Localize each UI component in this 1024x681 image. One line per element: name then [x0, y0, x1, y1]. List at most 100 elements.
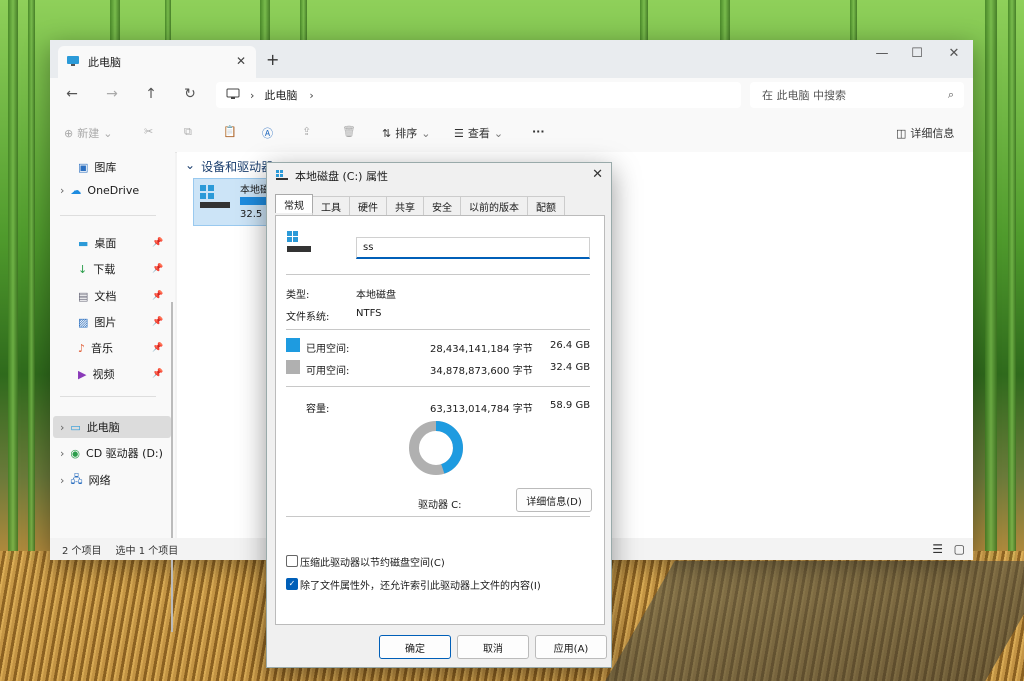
new-button[interactable]: ⊕ 新建 ⌄ [64, 125, 112, 141]
group-header[interactable]: ⌄ 设备和驱动器 [185, 158, 273, 175]
sidebar-divider [60, 215, 156, 216]
sidebar-scrollbar[interactable] [171, 302, 173, 632]
close-tab-icon[interactable]: ✕ [236, 54, 246, 68]
tab-tools[interactable]: 工具 [312, 196, 350, 215]
drive-icon [275, 169, 289, 184]
breadcrumb[interactable]: 此电脑 [264, 87, 297, 103]
pin-icon[interactable]: 📌 [152, 238, 163, 248]
tab-general[interactable]: 常规 [275, 194, 313, 213]
pin-icon[interactable]: 📌 [152, 343, 163, 353]
tiles-view-icon[interactable]: ▢ [954, 542, 965, 556]
details-pane-button[interactable]: ◫ 详细信息 [896, 125, 954, 141]
expand-chevron-icon[interactable]: › [60, 447, 64, 460]
tab-label: 此电脑 [88, 56, 121, 69]
sort-label: 排序 [395, 127, 418, 140]
view-icon: ☰ [454, 126, 464, 140]
music-icon: ♪ [78, 341, 86, 355]
pin-icon[interactable]: 📌 [152, 291, 163, 301]
divider [286, 329, 590, 330]
title-bar: 此电脑 ✕ + — ☐ ✕ [50, 40, 973, 78]
view-label: 查看 [467, 127, 490, 140]
new-tab-button[interactable]: + [266, 50, 279, 69]
address-bar[interactable]: › 此电脑 › [216, 82, 741, 108]
used-space-swatch [286, 338, 300, 352]
share-icon[interactable]: ⇪ [302, 125, 311, 138]
more-button[interactable]: ··· [532, 125, 545, 138]
details-button[interactable]: 详细信息(D) [516, 488, 592, 512]
pin-icon[interactable]: 📌 [152, 369, 163, 379]
tab-security[interactable]: 安全 [423, 196, 461, 215]
close-window-button[interactable]: ✕ [940, 46, 968, 61]
expand-chevron-icon[interactable]: › [60, 184, 64, 197]
divider [286, 386, 590, 387]
filesystem-label: 文件系统: [286, 312, 330, 323]
pin-icon[interactable]: 📌 [152, 317, 163, 327]
this-pc-icon [66, 55, 80, 70]
group-header-label: 设备和驱动器 [201, 160, 274, 174]
type-value: 本地磁盘 [356, 290, 396, 301]
forward-icon[interactable]: → [102, 86, 122, 102]
video-icon: ▶ [78, 367, 87, 381]
sort-button[interactable]: ⇅ 排序 ⌄ [382, 125, 430, 141]
chevron-right-icon[interactable]: › [309, 89, 313, 102]
refresh-icon[interactable]: ↻ [180, 86, 200, 102]
minimize-button[interactable]: — [868, 46, 896, 61]
tab-hardware[interactable]: 硬件 [349, 196, 387, 215]
sidebar-item-label: 网络 [88, 474, 111, 487]
divider [286, 274, 590, 275]
sidebar-item-label: 文档 [94, 290, 117, 303]
sidebar-item-label: 图库 [94, 161, 117, 174]
search-input[interactable]: 在 此电脑 中搜索 ⌕ [750, 82, 964, 108]
compress-checkbox[interactable] [286, 555, 298, 567]
cd-drive-icon: ◉ [70, 446, 81, 460]
drive-name-input[interactable]: ss [356, 237, 590, 259]
search-placeholder: 在 此电脑 中搜索 [762, 89, 846, 102]
apply-button[interactable]: 应用(A) [535, 635, 607, 659]
close-icon[interactable]: ✕ [592, 167, 603, 182]
desktop-icon: ▬ [78, 236, 89, 250]
copy-icon[interactable]: ⧉ [184, 125, 192, 139]
navigation-pane: ▣ 图库 › ☁ OneDrive ▬ 桌面 📌 ↓ 下载 📌 ▤ 文档 📌 ▨… [50, 152, 175, 632]
tab-sharing[interactable]: 共享 [386, 196, 424, 215]
index-label[interactable]: 除了文件属性外，还允许索引此驱动器上文件的内容(I) [300, 577, 541, 592]
compress-label[interactable]: 压缩此驱动器以节约磁盘空间(C) [300, 554, 445, 569]
filesystem-value: NTFS [356, 308, 382, 319]
gallery-icon: ▣ [78, 160, 89, 174]
cloud-icon: ☁ [70, 183, 82, 197]
address-row: ← → ↑ ↻ › 此电脑 › 在 此电脑 中搜索 ⌕ [50, 78, 973, 114]
pictures-icon: ▨ [78, 315, 89, 329]
details-pane-icon: ◫ [896, 126, 907, 140]
up-icon[interactable]: ↑ [141, 86, 161, 102]
back-icon[interactable]: ← [62, 86, 82, 102]
details-view-icon[interactable]: ☰ [932, 542, 943, 556]
sidebar-item-label: 此电脑 [86, 421, 120, 434]
sidebar-item-label: OneDrive [87, 183, 140, 197]
sidebar-item-label: 音乐 [91, 342, 114, 355]
tab-this-pc[interactable]: 此电脑 ✕ [58, 46, 256, 78]
drive-tile-c[interactable]: 本地磁 32.5 G [193, 178, 275, 226]
new-label: 新建 [77, 127, 100, 140]
capacity-bytes: 63,313,014,784 字节 [430, 404, 533, 415]
expand-chevron-icon[interactable]: › [60, 421, 64, 434]
index-checkbox[interactable]: ✓ [286, 578, 298, 590]
tab-quota[interactable]: 配额 [527, 196, 565, 215]
cut-icon[interactable]: ✂ [144, 125, 153, 138]
ok-button[interactable]: 确定 [379, 635, 451, 659]
paste-icon[interactable]: 📋 [223, 125, 237, 138]
pin-icon[interactable]: 📌 [152, 264, 163, 274]
sidebar-item-this-pc[interactable]: › ▭ 此电脑 [53, 416, 171, 438]
delete-icon[interactable]: 🗑 [342, 125, 356, 138]
chevron-right-icon: › [250, 88, 255, 102]
used-space-gb: 26.4 GB [550, 340, 591, 351]
drive-name-value: ss [363, 242, 374, 253]
capacity-gb: 58.9 GB [550, 400, 591, 411]
collapse-chevron-icon: ⌄ [185, 158, 196, 172]
cancel-button[interactable]: 取消 [457, 635, 529, 659]
drive-icon [198, 183, 232, 214]
view-button[interactable]: ☰ 查看 ⌄ [454, 125, 503, 141]
rename-icon[interactable]: Ⓐ [262, 125, 273, 141]
search-icon: ⌕ [947, 88, 954, 101]
maximize-button[interactable]: ☐ [903, 46, 931, 61]
expand-chevron-icon[interactable]: › [60, 474, 64, 487]
tab-previous-versions[interactable]: 以前的版本 [460, 196, 528, 215]
